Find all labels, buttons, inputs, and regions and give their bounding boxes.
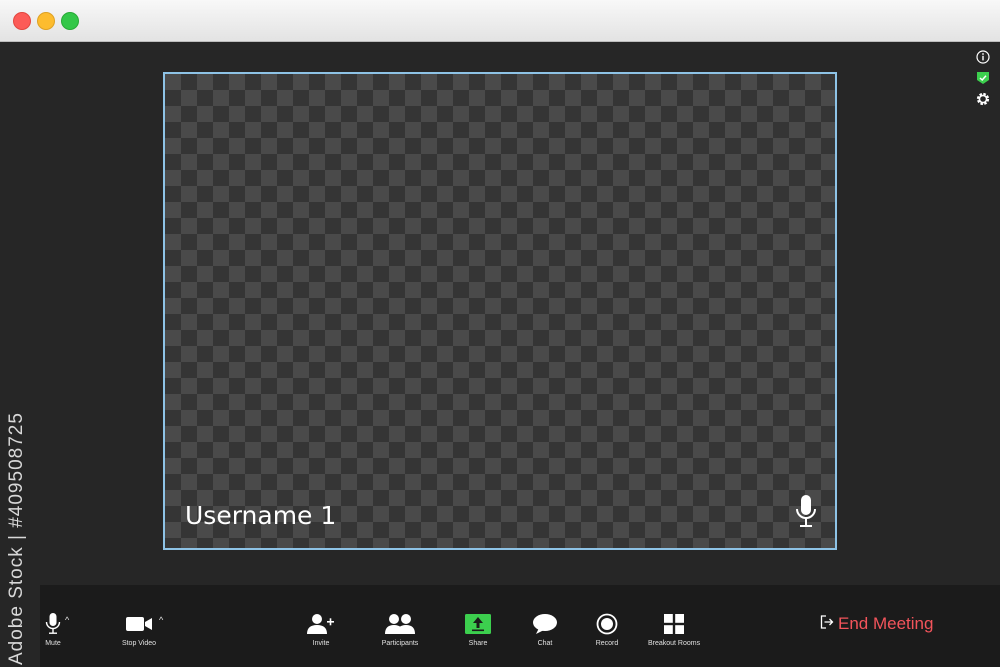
meeting-window: Username 1 Adobe Stock | #409508725 Mute [0,0,1000,667]
add-user-icon [307,610,335,638]
share-screen-icon [465,610,491,638]
window-minimize-button[interactable] [37,12,55,30]
record-icon [596,610,618,638]
exit-icon [820,614,834,634]
shield-check-icon[interactable] [976,71,990,85]
stop-video-button[interactable]: Stop Video [120,585,158,667]
chat-label: Chat [537,640,553,647]
record-label: Record [595,640,619,647]
video-options-caret[interactable]: ^ [159,615,163,625]
share-button[interactable]: Share [464,585,492,667]
meeting-toolbar: Mute ^ Stop Video ^ Invite Participants … [40,585,1000,667]
invite-label: Invite [312,640,330,647]
audio-options-caret[interactable]: ^ [65,615,69,625]
record-button[interactable]: Record [595,585,619,667]
info-icon[interactable] [976,50,990,64]
mute-label: Mute [45,640,61,647]
window-maximize-button[interactable] [61,12,79,30]
mute-button[interactable]: Mute [42,585,64,667]
microphone-icon [45,610,61,638]
end-meeting-label: End Meeting [838,614,934,633]
end-meeting-button[interactable]: End Meeting [820,614,933,634]
participants-button[interactable]: Participants [378,585,422,667]
participants-icon [385,610,415,638]
meeting-status-icons [976,50,990,113]
chat-button[interactable]: Chat [532,585,558,667]
breakout-rooms-button[interactable]: Breakout Rooms [648,585,700,667]
window-close-button[interactable] [13,12,31,30]
breakout-rooms-grid-icon [664,610,684,638]
share-label: Share [468,640,488,647]
stop-video-label: Stop Video [121,640,157,647]
breakout-rooms-label: Breakout Rooms [647,640,701,647]
video-camera-icon [125,610,153,638]
participants-label: Participants [381,640,419,647]
microphone-icon [795,494,817,530]
title-bar [0,0,1000,42]
chat-bubble-icon [532,610,558,638]
gear-icon[interactable] [976,92,990,106]
participant-username: Username 1 [185,501,337,530]
invite-button[interactable]: Invite [306,585,336,667]
video-tile: Username 1 [163,72,837,550]
stock-watermark: Adobe Stock | #409508725 [6,412,27,665]
